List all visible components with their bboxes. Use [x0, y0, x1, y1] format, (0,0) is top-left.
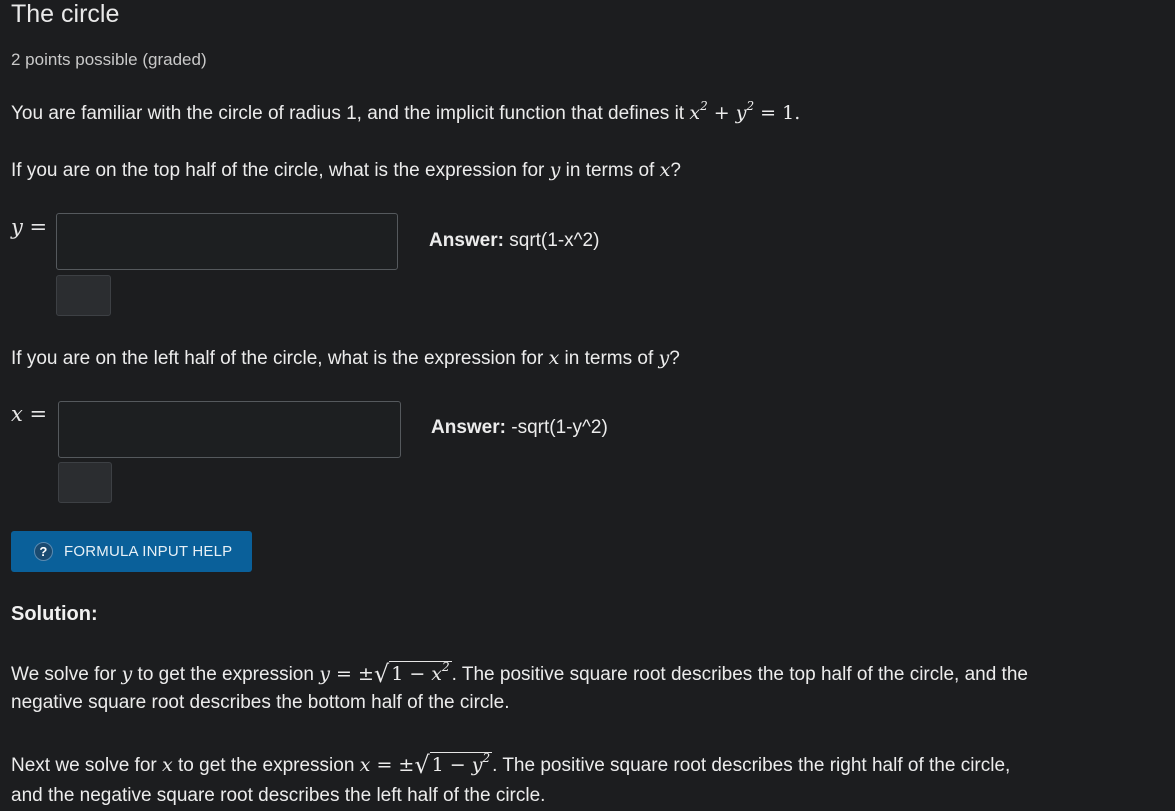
- input-1-status-box: [56, 275, 111, 316]
- question-icon: ?: [34, 542, 53, 561]
- intro-text: You are familiar with the circle of radi…: [11, 103, 690, 124]
- circle-equation: x2 + y2 = 1.: [689, 99, 801, 124]
- answer-1-label: Answer:: [429, 230, 504, 251]
- solution-1-mid: to get the expression: [132, 664, 320, 685]
- answer-2-value: -sqrt(1-y^2): [511, 417, 608, 438]
- problem-page: The circle 2 points possible (graded) Yo…: [0, 0, 1175, 811]
- question-1: If you are on the top half of the circle…: [11, 156, 681, 185]
- var-y: y: [121, 663, 133, 685]
- formula-input-help-label: FORMULA INPUT HELP: [64, 543, 233, 560]
- question-2: If you are on the left half of the circl…: [11, 344, 680, 373]
- solution-2-equation: x = ±√ 1 − y2: [359, 751, 493, 779]
- solution-1-equation: y = ±√ 1 − x2: [319, 660, 452, 688]
- answer-1: Answer: sqrt(1-x^2): [429, 228, 599, 254]
- solution-paragraph-1-line-2: negative square root describes the botto…: [11, 692, 510, 713]
- question-2-prefix: If you are on the left half of the circl…: [11, 348, 549, 369]
- solution-paragraph-2-line-2: and the negative square root describes t…: [11, 785, 546, 806]
- solution-2-suffix: . The positive square root describes the…: [492, 755, 1011, 776]
- solution-2-mid: to get the expression: [172, 755, 360, 776]
- input-1-label: y =: [11, 215, 48, 239]
- question-2-mid: in terms of: [559, 348, 659, 369]
- question-1-mid: in terms of: [560, 160, 660, 181]
- question-1-suffix: ?: [670, 160, 681, 181]
- intro-paragraph: You are familiar with the circle of radi…: [11, 99, 800, 128]
- var-y: y: [658, 347, 670, 369]
- problem-title: The circle: [11, 0, 120, 28]
- answer-2: Answer: -sqrt(1-y^2): [431, 415, 608, 441]
- solution-paragraph-2: Next we solve for x to get the expressio…: [11, 751, 1010, 780]
- points-possible: 2 points possible (graded): [11, 50, 207, 69]
- var-x: x: [548, 347, 560, 369]
- question-2-suffix: ?: [669, 348, 680, 369]
- answer-input-x[interactable]: [58, 401, 401, 458]
- formula-input-help-button[interactable]: ? FORMULA INPUT HELP: [11, 531, 252, 572]
- var-x: x: [659, 159, 671, 181]
- var-x: x: [162, 754, 173, 776]
- input-2-status-box: [58, 462, 112, 503]
- solution-1-prefix: We solve for: [11, 664, 122, 685]
- answer-input-y[interactable]: [56, 213, 398, 270]
- answer-1-value: sqrt(1-x^2): [509, 230, 600, 251]
- var-y: y: [549, 159, 561, 181]
- solution-paragraph-1: We solve for y to get the expression y =…: [11, 660, 1028, 689]
- solution-1-suffix: . The positive square root describes the…: [451, 664, 1028, 685]
- question-1-prefix: If you are on the top half of the circle…: [11, 160, 550, 181]
- input-2-label: x =: [11, 402, 48, 426]
- answer-2-label: Answer:: [431, 417, 506, 438]
- solution-2-prefix: Next we solve for: [11, 755, 162, 776]
- solution-heading: Solution:: [11, 603, 98, 625]
